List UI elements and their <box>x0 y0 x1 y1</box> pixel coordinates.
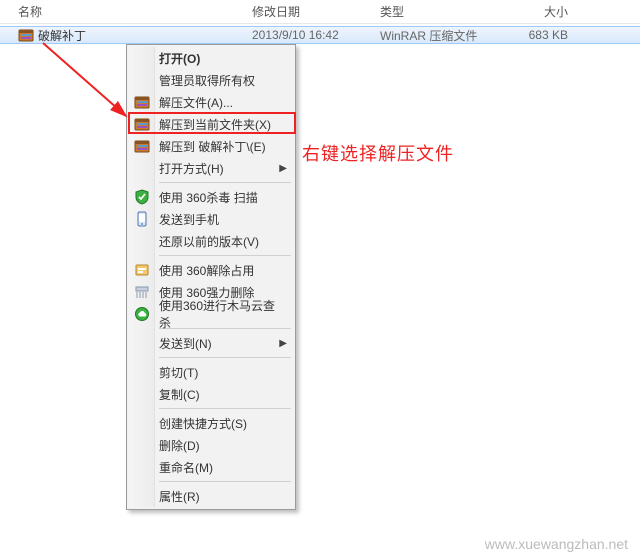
context-menu: 打开(O) 管理员取得所有权解压文件(A)... 解压到当前文件夹(X) 解压到 破解… <box>126 44 296 510</box>
file-list-header: 名称 修改日期 类型 大小 <box>0 0 640 24</box>
blank-icon <box>134 488 150 504</box>
menu-separator <box>159 182 291 183</box>
blank-icon <box>134 386 150 402</box>
menu-item-label: 打开方式(H) <box>159 160 224 177</box>
menu-item[interactable]: 还原以前的版本(V) <box>129 230 293 252</box>
arrow-annotation <box>38 38 138 128</box>
menu-separator <box>159 255 291 256</box>
menu-item-label: 发送到(N) <box>159 335 212 352</box>
menu-item-label: 发送到手机 <box>159 211 219 228</box>
col-name[interactable]: 名称 <box>18 3 252 20</box>
blank-icon <box>134 459 150 475</box>
menu-item-label: 解压到当前文件夹(X) <box>159 116 271 133</box>
shred-icon <box>134 284 150 300</box>
file-name: 破解补丁 <box>38 27 252 44</box>
menu-item-label: 使用360进行木马云查杀 <box>159 297 285 331</box>
menu-separator <box>159 408 291 409</box>
menu-item[interactable]: 重命名(M) <box>129 456 293 478</box>
menu-item-label: 剪切(T) <box>159 364 198 381</box>
submenu-arrow-icon: ▶ <box>279 338 287 349</box>
menu-separator <box>159 481 291 482</box>
menu-item-label: 删除(D) <box>159 437 200 454</box>
menu-item-label: 管理员取得所有权 <box>159 72 255 89</box>
col-type[interactable]: 类型 <box>380 3 498 20</box>
menu-item-label: 打开(O) <box>159 50 200 67</box>
menu-item-label: 解压到 破解补丁\(E) <box>159 138 266 155</box>
menu-item-label: 属性(R) <box>159 488 200 505</box>
menu-item[interactable]: 解压到 破解补丁\(E) <box>129 135 293 157</box>
menu-item-label: 重命名(M) <box>159 459 213 476</box>
menu-item[interactable]: 解压到当前文件夹(X) <box>129 113 293 135</box>
menu-item[interactable]: 创建快捷方式(S) <box>129 412 293 434</box>
menu-item[interactable]: 复制(C) <box>129 383 293 405</box>
menu-item[interactable]: 删除(D) <box>129 434 293 456</box>
col-size[interactable]: 大小 <box>498 3 568 20</box>
menu-item[interactable]: 发送到(N) ▶ <box>129 332 293 354</box>
menu-item-label: 创建快捷方式(S) <box>159 415 247 432</box>
blank-icon <box>134 415 150 431</box>
blank-icon <box>134 335 150 351</box>
blank-icon <box>134 72 150 88</box>
submenu-arrow-icon: ▶ <box>279 163 287 174</box>
menu-separator <box>159 357 291 358</box>
menu-item-label: 还原以前的版本(V) <box>159 233 259 250</box>
menu-item[interactable]: 属性(R) <box>129 485 293 507</box>
unlock-icon <box>134 262 150 278</box>
menu-item-label: 复制(C) <box>159 386 200 403</box>
blank-icon <box>134 437 150 453</box>
menu-item[interactable]: 解压文件(A)... <box>129 91 293 113</box>
blank-icon <box>134 50 150 66</box>
file-type: WinRAR 压缩文件 <box>380 27 498 44</box>
menu-item[interactable]: 打开方式(H) ▶ <box>129 157 293 179</box>
menu-item[interactable]: 剪切(T) <box>129 361 293 383</box>
phone-icon <box>134 211 150 227</box>
blank-icon <box>134 160 150 176</box>
menu-item[interactable]: 打开(O) <box>129 47 293 69</box>
menu-item[interactable]: 使用 360杀毒 扫描 <box>129 186 293 208</box>
shield-icon <box>134 189 150 205</box>
file-date: 2013/9/10 16:42 <box>252 28 380 42</box>
rar-icon <box>134 138 150 154</box>
blank-icon <box>134 364 150 380</box>
menu-item[interactable]: 管理员取得所有权 <box>129 69 293 91</box>
rar-icon <box>18 27 34 43</box>
cloud-icon <box>134 306 150 322</box>
menu-item[interactable]: 使用360进行木马云查杀 <box>129 303 293 325</box>
rar-icon <box>134 94 150 110</box>
annotation-text: 右键选择解压文件 <box>302 140 454 166</box>
menu-item[interactable]: 使用 360解除占用 <box>129 259 293 281</box>
menu-item-label: 使用 360杀毒 扫描 <box>159 189 258 206</box>
menu-item[interactable]: 发送到手机 <box>129 208 293 230</box>
file-size: 683 KB <box>498 28 568 42</box>
rar-icon <box>134 116 150 132</box>
watermark: www.xuewangzhan.net <box>485 536 628 552</box>
menu-item-label: 使用 360解除占用 <box>159 262 254 279</box>
menu-item-label: 解压文件(A)... <box>159 94 233 111</box>
file-row-selected[interactable]: 破解补丁 2013/9/10 16:42 WinRAR 压缩文件 683 KB <box>0 26 640 44</box>
blank-icon <box>134 233 150 249</box>
col-date[interactable]: 修改日期 <box>252 3 380 20</box>
